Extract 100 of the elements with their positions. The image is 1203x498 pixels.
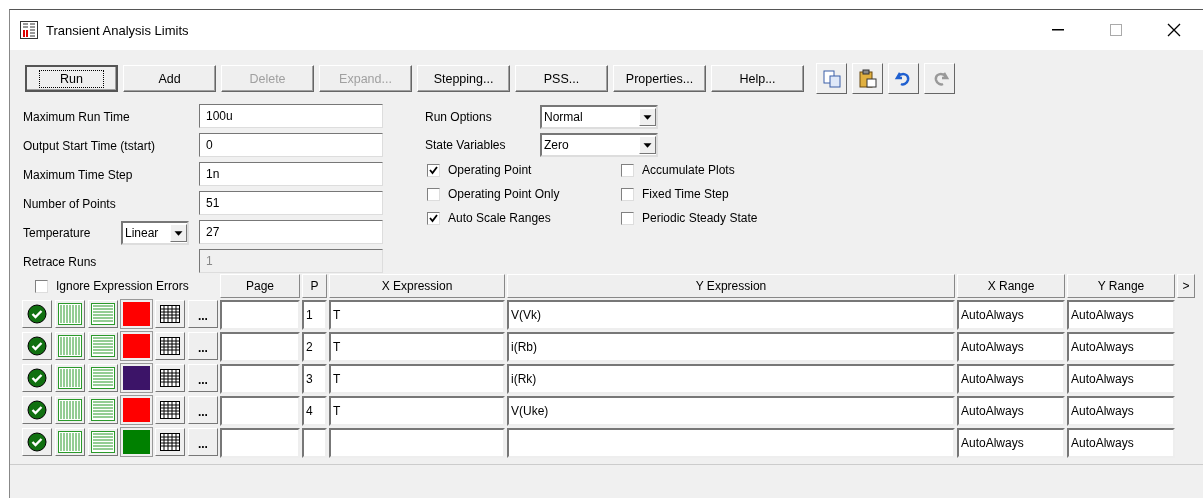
input-field[interactable]: 1n — [199, 162, 383, 186]
plot-number-cell[interactable]: 2 — [302, 332, 327, 362]
x-grid-toggle[interactable] — [55, 428, 86, 456]
paste-button[interactable] — [852, 63, 883, 94]
option-select[interactable]: Zero — [540, 133, 658, 157]
x-expression-cell[interactable] — [329, 428, 505, 458]
column-header[interactable]: Y Expression — [507, 274, 955, 298]
horizontal-grid-icon — [91, 399, 116, 421]
undo-button[interactable] — [888, 63, 919, 94]
more-button[interactable]: ... — [187, 428, 218, 456]
y-range-cell[interactable]: AutoAlways — [1067, 332, 1175, 362]
y-expression-cell[interactable] — [507, 428, 955, 458]
page-cell[interactable] — [220, 428, 300, 458]
y-expression-cell[interactable]: V(Uke) — [507, 396, 955, 426]
table-toggle[interactable] — [154, 300, 185, 328]
column-header[interactable]: Page — [220, 274, 300, 298]
checkbox[interactable] — [621, 211, 634, 225]
x-range-cell[interactable]: AutoAlways — [957, 332, 1065, 362]
input-field[interactable]: 27 — [199, 220, 383, 244]
table-icon — [159, 305, 180, 323]
copy-icon — [821, 68, 842, 89]
plot-number-cell[interactable]: 4 — [302, 396, 327, 426]
horizontal-grid-icon — [91, 303, 116, 325]
color-swatch[interactable] — [121, 428, 152, 456]
x-range-cell[interactable]: AutoAlways — [957, 428, 1065, 458]
x-grid-toggle[interactable] — [55, 396, 86, 424]
scroll-right-button[interactable]: > — [1177, 274, 1195, 298]
more-button[interactable]: ... — [187, 364, 218, 392]
y-range-cell[interactable]: AutoAlways — [1067, 364, 1175, 394]
x-range-cell[interactable]: AutoAlways — [957, 396, 1065, 426]
page-cell[interactable] — [220, 396, 300, 426]
color-swatch[interactable] — [121, 300, 152, 328]
checkbox[interactable] — [427, 187, 440, 201]
page-cell[interactable] — [220, 300, 300, 330]
x-grid-toggle[interactable] — [55, 364, 86, 392]
x-expression-cell[interactable]: T — [329, 300, 505, 330]
color-swatch[interactable] — [121, 364, 152, 392]
table-toggle[interactable] — [154, 428, 185, 456]
x-grid-toggle[interactable] — [55, 332, 86, 360]
page-cell[interactable] — [220, 332, 300, 362]
option-label: Run Options — [425, 110, 493, 124]
column-header[interactable]: P — [302, 274, 327, 298]
checkbox-label: Operating Point Only — [448, 187, 560, 201]
checkbox[interactable] — [621, 187, 634, 201]
enable-toggle[interactable] — [22, 396, 53, 424]
plot-number-cell[interactable] — [302, 428, 327, 458]
y-grid-toggle[interactable] — [88, 364, 119, 392]
checkbox[interactable] — [621, 163, 634, 177]
table-toggle[interactable] — [154, 396, 185, 424]
x-expression-cell[interactable]: T — [329, 396, 505, 426]
toolbar-button[interactable]: Stepping... — [417, 65, 510, 92]
y-range-cell[interactable]: AutoAlways — [1067, 396, 1175, 426]
x-expression-cell[interactable]: T — [329, 332, 505, 362]
x-range-cell[interactable]: AutoAlways — [957, 300, 1065, 330]
input-field[interactable]: 0 — [199, 133, 383, 157]
table-icon — [159, 337, 180, 355]
option-select[interactable]: Normal — [540, 105, 658, 129]
checkbox[interactable] — [427, 211, 440, 225]
x-range-cell[interactable]: AutoAlways — [957, 364, 1065, 394]
toolbar-button[interactable]: PSS... — [515, 65, 608, 92]
y-expression-cell[interactable]: V(Vk) — [507, 300, 955, 330]
y-range-cell[interactable]: AutoAlways — [1067, 428, 1175, 458]
enable-toggle[interactable] — [22, 364, 53, 392]
copy-button[interactable] — [816, 63, 847, 94]
input-field[interactable]: 51 — [199, 191, 383, 215]
more-button[interactable]: ... — [187, 332, 218, 360]
y-grid-toggle[interactable] — [88, 428, 119, 456]
table-icon — [159, 433, 180, 451]
toolbar-button[interactable]: Help... — [711, 65, 804, 92]
plot-number-cell[interactable]: 1 — [302, 300, 327, 330]
more-button[interactable]: ... — [187, 300, 218, 328]
enable-toggle[interactable] — [22, 300, 53, 328]
mode-select[interactable]: Linear — [121, 220, 189, 245]
toolbar-button[interactable]: Run — [25, 65, 118, 92]
toolbar-button[interactable]: Properties... — [613, 65, 706, 92]
checkbox[interactable] — [427, 163, 440, 177]
input-field[interactable]: 100u — [199, 104, 383, 128]
column-header[interactable]: X Expression — [329, 274, 505, 298]
toolbar-button[interactable]: Add — [123, 65, 216, 92]
y-grid-toggle[interactable] — [88, 300, 119, 328]
column-header[interactable]: Y Range — [1067, 274, 1175, 298]
enable-toggle[interactable] — [22, 428, 53, 456]
column-header[interactable]: X Range — [957, 274, 1065, 298]
color-swatch[interactable] — [121, 332, 152, 360]
page-cell[interactable] — [220, 364, 300, 394]
y-grid-toggle[interactable] — [88, 396, 119, 424]
y-expression-cell[interactable]: i(Rb) — [507, 332, 955, 362]
checkbox[interactable] — [35, 279, 48, 293]
y-expression-cell[interactable]: i(Rk) — [507, 364, 955, 394]
y-grid-toggle[interactable] — [88, 332, 119, 360]
y-range-cell[interactable]: AutoAlways — [1067, 300, 1175, 330]
table-toggle[interactable] — [154, 364, 185, 392]
color-swatch[interactable] — [121, 396, 152, 424]
table-toggle[interactable] — [154, 332, 185, 360]
paste-icon — [857, 68, 878, 89]
x-expression-cell[interactable]: T — [329, 364, 505, 394]
plot-number-cell[interactable]: 3 — [302, 364, 327, 394]
x-grid-toggle[interactable] — [55, 300, 86, 328]
more-button[interactable]: ... — [187, 396, 218, 424]
enable-toggle[interactable] — [22, 332, 53, 360]
